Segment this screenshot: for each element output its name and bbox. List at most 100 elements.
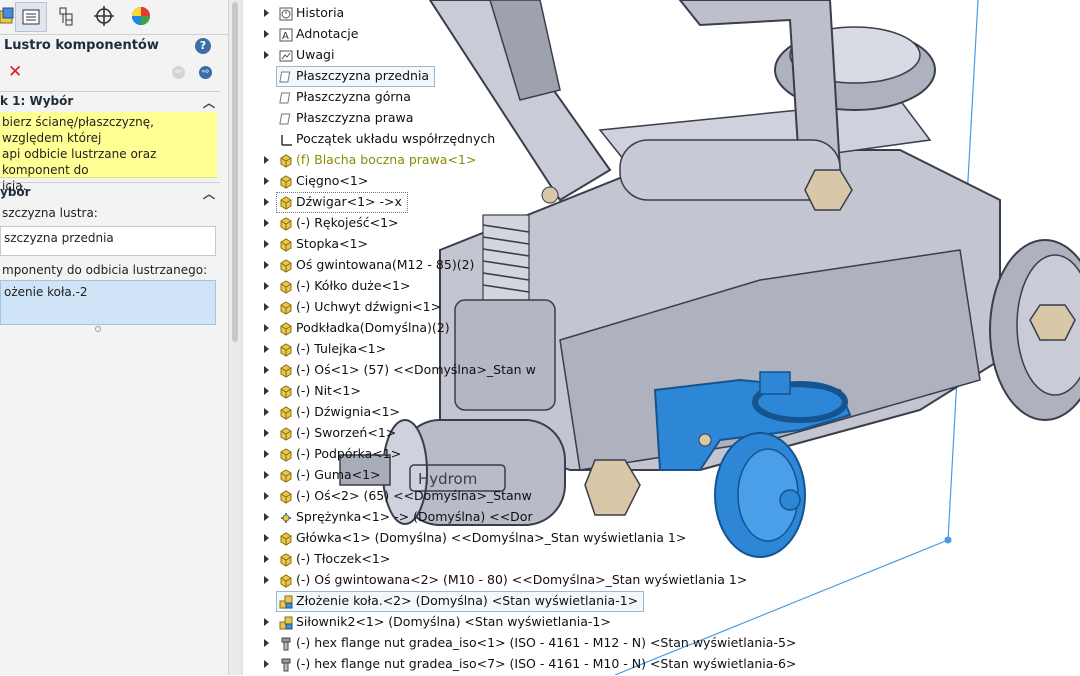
tree-item[interactable]: (-) Rękojeść<1> [243,213,1063,233]
tree-item[interactable]: (-) Kółko duże<1> [243,276,1063,296]
tree-item[interactable]: Dźwigar<1> ->x [243,192,1063,213]
part-icon [279,321,293,336]
part-icon [279,468,293,483]
expand-arrow-icon[interactable] [264,471,269,479]
expand-arrow-icon[interactable] [264,198,269,206]
resize-grip-icon[interactable] [95,326,101,332]
selection-title: ybór [0,185,31,199]
tree-item[interactable]: Oś gwintowana(M12 - 85)(2) [243,255,1063,275]
expand-arrow-icon[interactable] [264,366,269,374]
part-icon [279,216,293,231]
tree-item[interactable]: (f) Blacha boczna prawa<1> [243,150,1063,170]
expand-arrow-icon[interactable] [264,30,269,38]
expand-arrow-icon[interactable] [264,240,269,248]
tree-item-label: (-) Oś gwintowana<2> (M10 - 80) <<Domyśl… [296,572,748,587]
panel-scrollbar[interactable] [228,0,241,675]
tree-item[interactable]: Stopka<1> [243,234,1063,254]
expand-arrow-icon[interactable] [264,345,269,353]
tree-item[interactable]: Płaszczyzna górna [243,87,1063,107]
tree-item[interactable]: Siłownik2<1> (Domyślna) <Stan wyświetlan… [243,612,1063,632]
tree-item-label: Płaszczyzna górna [296,89,411,104]
tree-item[interactable]: Uwagi [243,45,1063,65]
tree-item-label: Adnotacje [296,26,359,41]
components-label: mponenty do odbicia lustrzanego: [2,263,208,277]
tree-item[interactable]: (-) Oś<1> (57) <<Domyślna>_Stan w [243,360,1063,380]
tree-item[interactable]: (-) Tłoczek<1> [243,549,1063,569]
mirror-plane-field[interactable]: szczyzna przednia [0,226,216,256]
expand-arrow-icon[interactable] [264,492,269,500]
tree-item-label: (-) Guma<1> [296,467,381,482]
tree-item[interactable]: (-) Podpórka<1> [243,444,1063,464]
tree-item[interactable]: (-) hex flange nut gradea_iso<7> (ISO - … [243,654,1063,674]
mirror-plane-label: szczyzna lustra: [2,206,98,220]
selection-section-header[interactable]: ybór ︿ [0,185,228,203]
part-icon [279,426,293,441]
dimxpert-icon[interactable] [89,2,119,30]
expand-arrow-icon[interactable] [264,51,269,59]
tree-item[interactable]: A Adnotacje [243,24,1063,44]
expand-arrow-icon[interactable] [264,513,269,521]
tree-item-label: Oś gwintowana(M12 - 85)(2) [296,257,475,272]
collapse-chevron-icon[interactable]: ︿ [203,94,215,111]
tree-item[interactable]: (-) Sworzeń<1> [243,423,1063,443]
expand-arrow-icon[interactable] [264,261,269,269]
tree-item[interactable]: (-) Uchwyt dźwigni<1> [243,297,1063,317]
expand-arrow-icon[interactable] [264,408,269,416]
scrollbar-thumb[interactable] [232,2,238,342]
part-icon [279,363,293,378]
part-icon [279,405,293,420]
tree-item[interactable]: Cięgno<1> [243,171,1063,191]
tree-item[interactable]: Sprężynka<1> -> (Domyślna) <<Dor [243,507,1063,527]
expand-arrow-icon[interactable] [264,387,269,395]
instruction-message: bierz ścianę/płaszczyznę, względem które… [0,112,217,193]
history-icon [279,6,293,21]
tree-item[interactable]: (-) Nit<1> [243,381,1063,401]
tree-item[interactable]: (-) Guma<1> [243,465,1063,485]
previous-page-button[interactable]: ⇦ [172,66,185,79]
tree-item[interactable]: (-) Oś<2> (65) <<Domyślna>_Stanw [243,486,1063,506]
help-button[interactable]: ? [195,38,211,54]
next-page-button[interactable]: ⇨ [199,66,212,79]
expand-arrow-icon[interactable] [264,219,269,227]
propertymanager-icon[interactable] [15,2,47,32]
tree-item[interactable]: (-) Tulejka<1> [243,339,1063,359]
tree-item[interactable]: (-) Oś gwintowana<2> (M10 - 80) <<Domyśl… [243,570,1063,590]
expand-arrow-icon[interactable] [264,450,269,458]
tree-item[interactable]: Historia [243,3,1063,23]
tree-item[interactable]: Początek układu współrzędnych [243,129,1063,149]
property-manager-panel: Lustro komponentów ? ✕ ⇦ ⇨ k 1: Wybór ︿ … [0,0,228,675]
collapse-chevron-icon[interactable]: ︿ [203,185,215,202]
tree-item-label: (f) Blacha boczna prawa<1> [296,152,477,167]
tree-item[interactable]: (-) Dźwignia<1> [243,402,1063,422]
tree-item-label: (-) hex flange nut gradea_iso<1> (ISO - … [296,635,797,650]
nut-icon [279,636,293,651]
expand-arrow-icon[interactable] [264,576,269,584]
expand-arrow-icon[interactable] [264,639,269,647]
expand-arrow-icon[interactable] [264,429,269,437]
configurationmanager-icon[interactable] [52,2,82,30]
expand-arrow-icon[interactable] [264,324,269,332]
expand-arrow-icon[interactable] [264,282,269,290]
expand-arrow-icon[interactable] [264,660,269,668]
part-icon [279,552,293,567]
tree-item[interactable]: Płaszczyzna prawa [243,108,1063,128]
expand-arrow-icon[interactable] [264,534,269,542]
expand-arrow-icon[interactable] [264,177,269,185]
step1-section-header[interactable]: k 1: Wybór ︿ [0,94,228,112]
tree-item[interactable]: Płaszczyzna przednia [243,66,1063,87]
expand-arrow-icon[interactable] [264,618,269,626]
expand-arrow-icon[interactable] [264,555,269,563]
expand-arrow-icon[interactable] [264,303,269,311]
cancel-button[interactable]: ✕ [8,63,22,81]
tree-item[interactable]: Główka<1> (Domyślna) <<Domyślna>_Stan wy… [243,528,1063,548]
tree-item-label: Sprężynka<1> -> (Domyślna) <<Dor [296,509,533,524]
tree-item[interactable]: (-) hex flange nut gradea_iso<1> (ISO - … [243,633,1063,653]
tree-item[interactable]: Złożenie koła.<2> (Domyślna) <Stan wyświ… [243,591,1063,612]
expand-arrow-icon[interactable] [264,156,269,164]
display-manager-icon[interactable] [126,2,156,30]
components-to-mirror-list[interactable]: ożenie koła.-2 [0,280,216,325]
tree-item[interactable]: Podkładka(Domyślna)(2) [243,318,1063,338]
expand-arrow-icon[interactable] [264,9,269,17]
tree-item-label: Płaszczyzna prawa [296,110,414,125]
part-icon [279,279,293,294]
